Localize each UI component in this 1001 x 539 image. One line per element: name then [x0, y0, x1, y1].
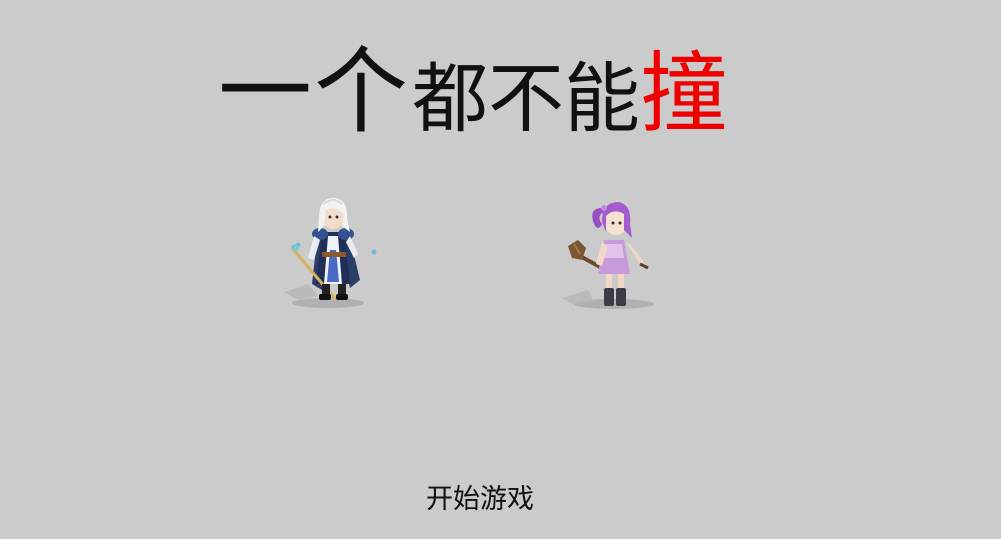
game-title-accent: 撞: [640, 42, 729, 145]
purple-haired-mage-girl-icon: [562, 202, 654, 309]
game-title-part2: 都不能: [412, 54, 641, 143]
start-game-button[interactable]: 开始游戏: [400, 476, 560, 516]
game-title-part1: 一个: [218, 38, 411, 147]
game-title: 一个 都不能 撞: [218, 40, 728, 140]
white-haired-swordsman-icon: [284, 198, 377, 308]
